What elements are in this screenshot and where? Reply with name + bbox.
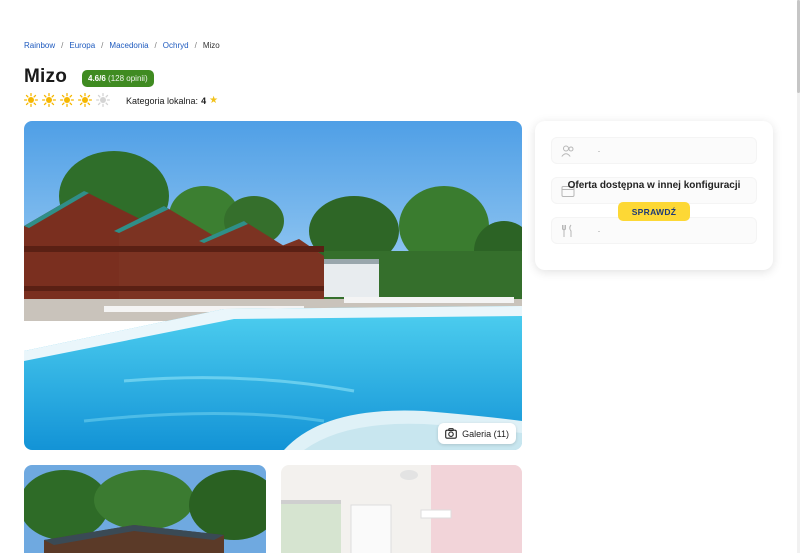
building-photo — [24, 465, 266, 553]
rating-badge[interactable]: 4.6/6 (128 opinii) — [82, 70, 154, 87]
people-icon — [561, 145, 574, 157]
board-field[interactable] — [551, 217, 757, 244]
breadcrumb-link-europa[interactable]: Europa — [69, 41, 95, 50]
breadcrumb-link-ochryd[interactable]: Ochryd — [163, 41, 189, 50]
room-thumbnail-photo[interactable] — [281, 465, 522, 553]
breadcrumb-separator: / — [194, 41, 197, 50]
breadcrumb-separator: / — [61, 41, 64, 50]
local-category-value: 4 — [201, 95, 207, 106]
local-category-label: Kategoria lokalna: — [126, 95, 199, 106]
breadcrumb-link-macedonia[interactable]: Macedonia — [109, 41, 148, 50]
sun-icon-filled — [60, 93, 74, 107]
cutlery-icon — [562, 224, 572, 237]
field-placeholder-dash — [598, 151, 600, 152]
offer-card: Oferta dostępna w innej konfiguracji SPR… — [535, 121, 773, 270]
local-category: Kategoria lokalna: 4 ★ — [126, 95, 218, 106]
sun-rating — [24, 93, 110, 107]
sun-icon-filled — [42, 93, 56, 107]
room-photo — [281, 465, 522, 553]
field-placeholder-dash — [598, 231, 600, 232]
gallery-button-label: Galeria (11) — [462, 428, 509, 439]
hotel-thumbnail-photo[interactable] — [24, 465, 266, 553]
breadcrumb: Rainbow / Europa / Macedonia / Ochryd / … — [24, 41, 220, 50]
sun-icon-filled — [78, 93, 92, 107]
check-button[interactable]: SPRAWDŹ — [618, 202, 690, 221]
star-icon: ★ — [209, 95, 219, 106]
breadcrumb-link-rainbow[interactable]: Rainbow — [24, 41, 55, 50]
offer-message: Oferta dostępna w innej konfiguracji — [567, 180, 741, 191]
sun-icon-empty — [96, 93, 110, 107]
breadcrumb-separator: / — [154, 41, 157, 50]
travelers-field[interactable] — [551, 137, 757, 164]
page-title: Mizo — [24, 66, 68, 87]
pool-photo — [24, 121, 522, 450]
gallery-button[interactable]: Galeria (11) — [438, 423, 516, 444]
camera-icon — [445, 428, 457, 439]
rating-count: (128 opinii) — [108, 74, 148, 83]
breadcrumb-separator: / — [101, 41, 104, 50]
sun-icon-filled — [24, 93, 38, 107]
hotel-main-photo[interactable]: Galeria (11) — [24, 121, 522, 450]
breadcrumb-current: Mizo — [202, 41, 220, 50]
rating-score: 4.6/6 — [88, 74, 106, 83]
